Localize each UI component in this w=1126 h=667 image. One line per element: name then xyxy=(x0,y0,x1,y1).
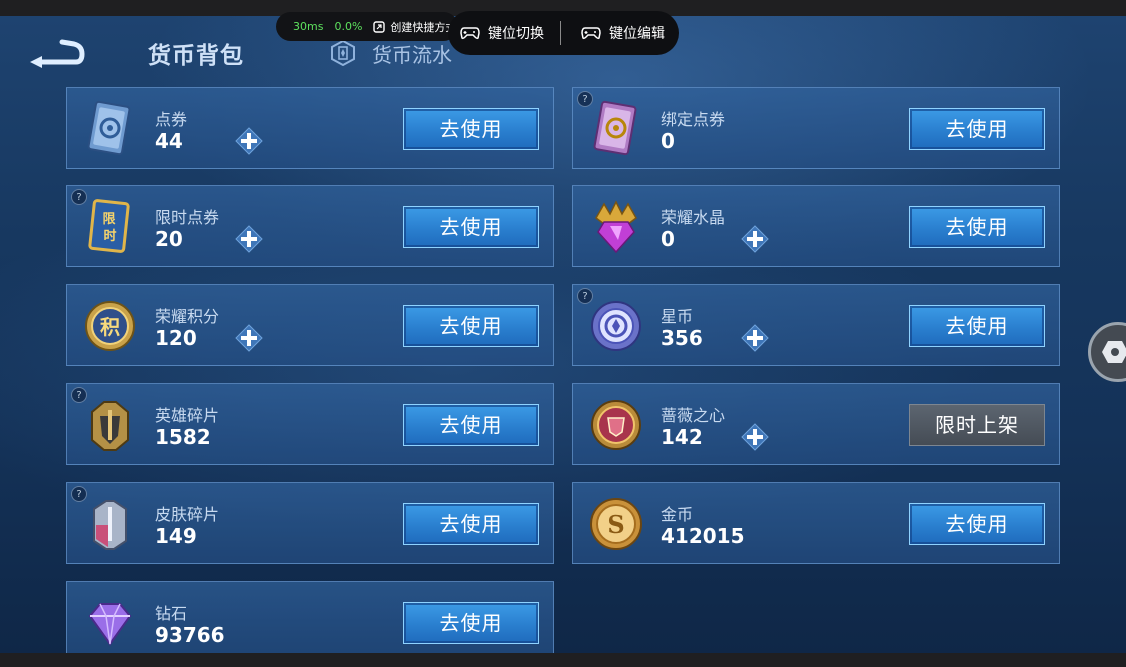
currency-value: 0 xyxy=(661,227,675,251)
shortcut-icon xyxy=(373,20,386,33)
add-icon[interactable] xyxy=(741,225,769,253)
add-icon[interactable] xyxy=(741,423,769,451)
currency-value: 149 xyxy=(155,524,197,548)
card-limited-coupon: ? 限 时 限时点券 20 去使用 xyxy=(66,185,554,267)
rose-heart-icon xyxy=(591,400,641,450)
currency-name: 金币 xyxy=(661,505,694,524)
tab-label: 货币流水 xyxy=(372,42,452,67)
key-edit-button[interactable]: 键位编辑 xyxy=(581,11,665,55)
key-switch-button[interactable]: 键位切换 xyxy=(460,11,544,55)
packet-loss-text: 0.0% xyxy=(334,20,363,33)
key-edit-label: 键位编辑 xyxy=(609,26,665,42)
hero-fragment-icon xyxy=(91,401,129,451)
currency-value: 1582 xyxy=(155,425,211,449)
bottom-system-bar xyxy=(0,653,1126,667)
use-button[interactable]: 去使用 xyxy=(909,108,1045,150)
use-button[interactable]: 去使用 xyxy=(403,503,539,545)
currency-name: 点券 xyxy=(155,110,188,129)
card-diamond: 钻石 93766 去使用 xyxy=(66,581,554,653)
currency-name: 英雄碎片 xyxy=(155,406,220,425)
performance-indicator: 30ms 0.0% 创建快捷方式 xyxy=(276,12,458,41)
currency-value: 356 xyxy=(661,326,703,350)
use-button[interactable]: 去使用 xyxy=(909,206,1045,248)
gamepad-switch-icon xyxy=(460,27,480,40)
currency-name: 荣耀积分 xyxy=(155,307,220,326)
use-button[interactable]: 去使用 xyxy=(909,503,1045,545)
bound-coupon-icon xyxy=(593,100,637,156)
key-switch-label: 键位切换 xyxy=(488,26,544,42)
currency-value: 20 xyxy=(155,227,183,251)
hexagon-icon xyxy=(1102,341,1126,363)
coupon-icon xyxy=(87,100,131,156)
card-skin-fragment: ? 皮肤碎片 149 去使用 xyxy=(66,482,554,564)
card-glory-points: 积 荣耀积分 120 去使用 xyxy=(66,284,554,366)
back-arrow-icon[interactable] xyxy=(26,36,86,70)
glory-crystal-icon xyxy=(595,200,637,254)
star-coin-icon xyxy=(591,301,641,351)
flow-icon xyxy=(331,40,355,66)
card-rose-heart: 蔷薇之心 142 限时上架 xyxy=(572,383,1060,465)
use-button[interactable]: 去使用 xyxy=(403,404,539,446)
add-icon[interactable] xyxy=(741,324,769,352)
card-bound-coupon: ? 绑定点券 0 去使用 xyxy=(572,87,1060,169)
game-screen: 货币背包 货币流水 点券 44 去使用 ? 绑定点券 0 去使用 ? 限 时 限… xyxy=(0,16,1126,653)
add-icon[interactable] xyxy=(235,225,263,253)
currency-value: 412015 xyxy=(661,524,745,548)
currency-name: 钻石 xyxy=(155,604,188,623)
card-hero-fragment: ? 英雄碎片 1582 去使用 xyxy=(66,383,554,465)
create-shortcut-label: 创建快捷方式 xyxy=(390,20,457,34)
create-shortcut-button[interactable]: 创建快捷方式 xyxy=(373,19,456,35)
add-icon[interactable] xyxy=(235,127,263,155)
page-title: 货币背包 xyxy=(148,43,244,69)
currency-name: 限时点券 xyxy=(155,208,220,227)
glory-points-icon: 积 xyxy=(85,301,135,351)
card-star-coin: ? 星币 356 去使用 xyxy=(572,284,1060,366)
card-glory-crystal: 荣耀水晶 0 去使用 xyxy=(572,185,1060,267)
use-button[interactable]: 去使用 xyxy=(403,602,539,644)
use-button[interactable]: 去使用 xyxy=(403,305,539,347)
gold-coin-icon: S xyxy=(590,498,642,550)
diamond-icon xyxy=(88,603,132,646)
toolbar-divider xyxy=(560,21,561,45)
currency-name: 荣耀水晶 xyxy=(661,208,726,227)
currency-value: 44 xyxy=(155,129,183,153)
svg-text:时: 时 xyxy=(103,228,116,244)
add-icon[interactable] xyxy=(235,324,263,352)
currency-value: 142 xyxy=(661,425,703,449)
currency-name: 皮肤碎片 xyxy=(155,505,220,524)
tab-currency-flow[interactable]: 货币流水 xyxy=(330,36,452,70)
svg-text:S: S xyxy=(607,510,624,539)
card-coupon: 点券 44 去使用 xyxy=(66,87,554,169)
currency-value: 120 xyxy=(155,326,197,350)
skin-fragment-icon xyxy=(93,500,127,550)
use-button[interactable]: 去使用 xyxy=(909,305,1045,347)
use-button[interactable]: 去使用 xyxy=(403,108,539,150)
currency-name: 绑定点券 xyxy=(661,110,726,129)
currency-value: 0 xyxy=(661,129,675,153)
use-button[interactable]: 去使用 xyxy=(403,206,539,248)
svg-text:限: 限 xyxy=(102,212,116,227)
floating-menu-handle[interactable] xyxy=(1088,322,1126,382)
currency-value: 93766 xyxy=(155,623,225,647)
svg-text:积: 积 xyxy=(100,315,120,339)
limited-coupon-icon: 限 时 xyxy=(88,199,130,253)
keymap-toolbar: 键位切换 键位编辑 xyxy=(448,11,679,55)
card-gold-coin: S 金币 412015 去使用 xyxy=(572,482,1060,564)
currency-name: 星币 xyxy=(661,307,694,326)
currency-name: 蔷薇之心 xyxy=(661,406,726,425)
gamepad-edit-icon xyxy=(581,27,601,40)
limited-listing-button[interactable]: 限时上架 xyxy=(909,404,1045,446)
latency-text: 30ms xyxy=(293,20,324,33)
